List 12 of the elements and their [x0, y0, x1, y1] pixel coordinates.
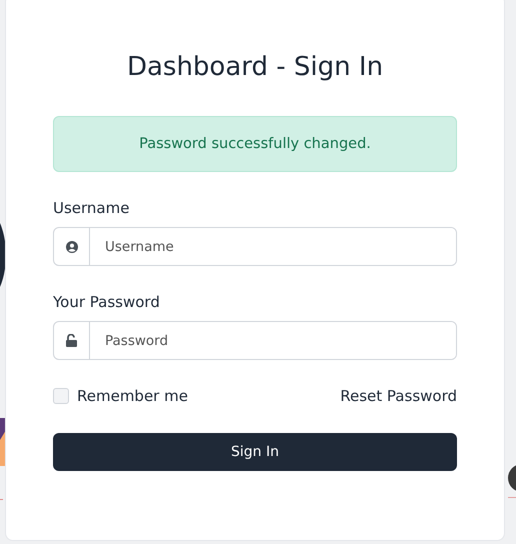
- alert-message: Password successfully changed.: [139, 136, 371, 152]
- remember-label: Remember me: [77, 387, 188, 405]
- password-field[interactable]: Password: [53, 321, 457, 360]
- reset-password-link[interactable]: Reset Password: [340, 387, 457, 405]
- remember-checkbox[interactable]: [53, 388, 69, 404]
- username-field[interactable]: Username: [53, 227, 457, 266]
- password-label: Your Password: [53, 292, 161, 312]
- sign-in-button[interactable]: Sign In: [53, 433, 457, 471]
- page-title: Dashboard - Sign In: [126, 51, 384, 84]
- user-icon: [66, 240, 78, 252]
- username-label: Username: [53, 198, 130, 218]
- unlock-icon: [66, 334, 77, 347]
